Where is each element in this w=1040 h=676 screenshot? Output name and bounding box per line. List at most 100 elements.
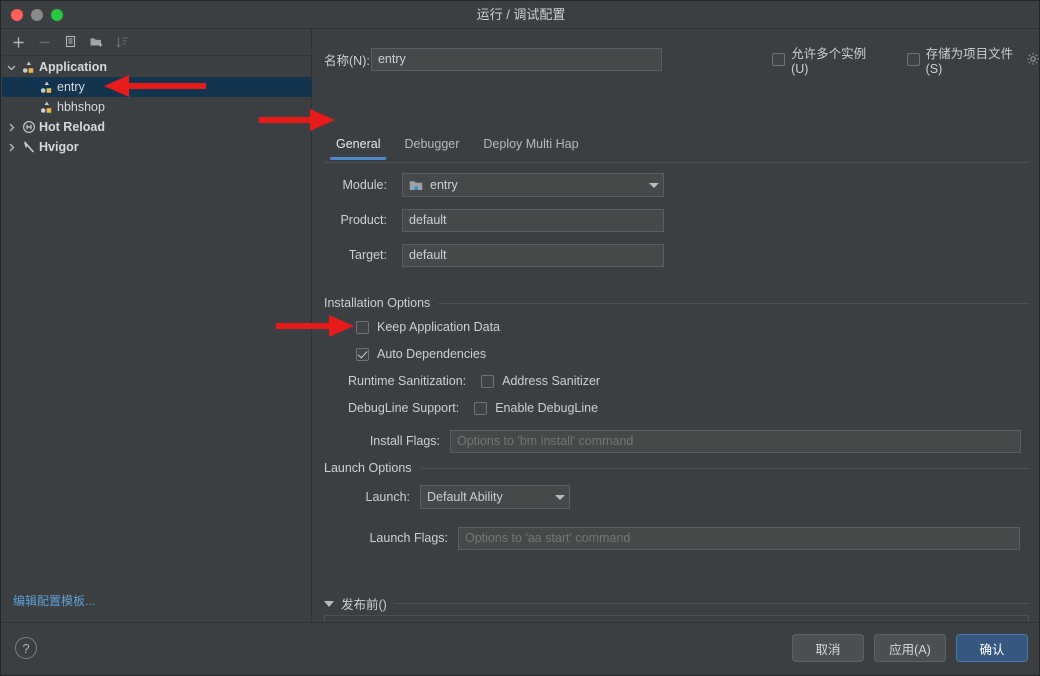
target-input[interactable] — [402, 244, 664, 267]
module-dropdown[interactable]: entry — [402, 173, 664, 197]
new-folder-button[interactable] — [84, 31, 108, 53]
debugline-support-row: DebugLine Support: Enable DebugLine — [348, 401, 598, 415]
tab-label: Deploy Multi Hap — [483, 137, 578, 151]
module-row: Module: entry — [324, 173, 676, 197]
chevron-down-icon[interactable] — [649, 183, 659, 188]
launch-label: Launch: — [348, 490, 410, 504]
tree-item-label: Hvigor — [38, 140, 79, 154]
footer-buttons: 取消 应用(A) 确认 — [792, 634, 1028, 662]
tree-item-hvigor[interactable]: Hvigor — [2, 137, 312, 157]
launch-options-section-header: Launch Options — [324, 461, 1029, 475]
installation-options-title: Installation Options — [324, 296, 430, 310]
launch-flags-input[interactable] — [458, 527, 1020, 550]
title-bar: 运行 / 调试配置 — [1, 1, 1040, 29]
copy-configuration-button[interactable] — [58, 31, 82, 53]
target-label: Target: — [324, 248, 387, 262]
collapse-triangle-icon[interactable] — [324, 601, 334, 607]
sidebar-toolbar — [2, 29, 312, 56]
install-flags-row: Install Flags: — [348, 429, 1029, 453]
apply-button[interactable]: 应用(A) — [874, 634, 946, 662]
section-divider — [394, 603, 1029, 604]
hot-reload-icon — [20, 120, 38, 134]
tab-label: General — [336, 137, 380, 151]
before-launch-header: 发布前() — [324, 594, 1029, 613]
runtime-sanitization-row: Runtime Sanitization: Address Sanitizer — [348, 374, 600, 388]
configurations-sidebar: Application entry — [2, 29, 312, 623]
auto-dependencies-checkbox[interactable]: Auto Dependencies — [356, 347, 486, 361]
module-value: entry — [430, 178, 458, 192]
checkbox-box[interactable] — [356, 321, 369, 334]
cancel-button[interactable]: 取消 — [792, 634, 864, 662]
configurations-tree: Application entry — [2, 56, 312, 623]
detail-panel-scrollbar[interactable] — [1030, 29, 1039, 623]
address-sanitizer-checkbox[interactable] — [481, 375, 494, 388]
launch-row: Launch: Default Ability — [348, 485, 648, 509]
tree-item-entry[interactable]: entry — [2, 77, 312, 97]
checkbox-box[interactable] — [356, 348, 369, 361]
runtime-sanitization-label: Runtime Sanitization: — [348, 374, 466, 388]
product-row: Product: — [324, 208, 676, 232]
name-input[interactable] — [371, 48, 662, 71]
help-button[interactable]: ? — [15, 637, 37, 659]
auto-dependencies-label: Auto Dependencies — [377, 347, 486, 361]
allow-multiple-instances-checkbox[interactable]: 允许多个实例(U) — [772, 43, 875, 76]
enable-debugline-checkbox[interactable] — [474, 402, 487, 415]
allow-multiple-instances-label: 允许多个实例(U) — [791, 43, 875, 76]
tab-debugger[interactable]: Debugger — [392, 133, 471, 159]
enable-debugline-label: Enable DebugLine — [495, 401, 598, 415]
module-folder-icon — [409, 179, 424, 192]
ok-button[interactable]: 确认 — [956, 634, 1028, 662]
tree-item-label: Application — [38, 60, 107, 74]
name-row: 名称(N): 允许多个实例(U) 存储为项目文件(S) — [313, 47, 1040, 71]
window-title: 运行 / 调试配置 — [1, 1, 1040, 29]
chevron-down-icon[interactable] — [555, 495, 565, 500]
product-input[interactable] — [402, 209, 664, 232]
tab-deploy-multi-hap[interactable]: Deploy Multi Hap — [471, 133, 590, 159]
launch-dropdown[interactable]: Default Ability — [420, 485, 570, 509]
remove-configuration-button[interactable] — [32, 31, 56, 53]
tree-item-application[interactable]: Application — [2, 57, 312, 77]
add-configuration-button[interactable] — [6, 31, 30, 53]
run-debug-configurations-dialog: 运行 / 调试配置 — [0, 0, 1040, 676]
before-launch-title: 发布前() — [341, 594, 387, 613]
launch-options-title: Launch Options — [324, 461, 412, 475]
tree-item-label: Hot Reload — [38, 120, 105, 134]
install-flags-input[interactable] — [450, 430, 1021, 453]
hvigor-icon — [20, 140, 38, 154]
tree-item-hot-reload[interactable]: Hot Reload — [2, 117, 312, 137]
app-icon — [38, 81, 56, 94]
keep-application-data-label: Keep Application Data — [377, 320, 500, 334]
dialog-footer: ? 取消 应用(A) 确认 — [2, 622, 1040, 674]
configuration-detail-panel: 名称(N): 允许多个实例(U) 存储为项目文件(S) General — [313, 29, 1040, 623]
chevron-right-icon[interactable] — [2, 143, 20, 152]
store-as-project-file-label: 存储为项目文件(S) — [926, 43, 1020, 76]
tree-item-label: hbhshop — [56, 100, 105, 114]
section-divider — [420, 468, 1029, 469]
product-label: Product: — [324, 213, 387, 227]
app-icon — [38, 101, 56, 114]
chevron-down-icon[interactable] — [2, 63, 20, 72]
chevron-right-icon[interactable] — [2, 123, 20, 132]
edit-configuration-templates-link[interactable]: 编辑配置模板... — [13, 592, 95, 609]
sort-configurations-button[interactable] — [110, 31, 134, 53]
install-flags-label: Install Flags: — [348, 434, 440, 448]
app-icon — [20, 61, 38, 74]
name-label: 名称(N): — [313, 50, 371, 69]
detail-tabs: General Debugger Deploy Multi Hap — [324, 133, 1029, 163]
debugline-support-label: DebugLine Support: — [348, 401, 459, 415]
tree-item-label: entry — [56, 80, 85, 94]
section-divider — [438, 303, 1029, 304]
checkbox-box[interactable] — [772, 53, 785, 66]
launch-flags-row: Launch Flags: — [348, 526, 1029, 550]
target-row: Target: — [324, 243, 676, 267]
tab-label: Debugger — [404, 137, 459, 151]
module-label: Module: — [324, 178, 387, 192]
checkbox-box[interactable] — [907, 53, 920, 66]
tab-general[interactable]: General — [324, 133, 392, 159]
launch-flags-label: Launch Flags: — [348, 531, 448, 545]
tree-item-hbhshop[interactable]: hbhshop — [2, 97, 312, 117]
store-as-project-file-checkbox[interactable]: 存储为项目文件(S) — [907, 43, 1020, 76]
launch-value: Default Ability — [427, 490, 503, 504]
keep-application-data-checkbox[interactable]: Keep Application Data — [356, 320, 500, 334]
installation-options-section-header: Installation Options — [324, 296, 1029, 310]
